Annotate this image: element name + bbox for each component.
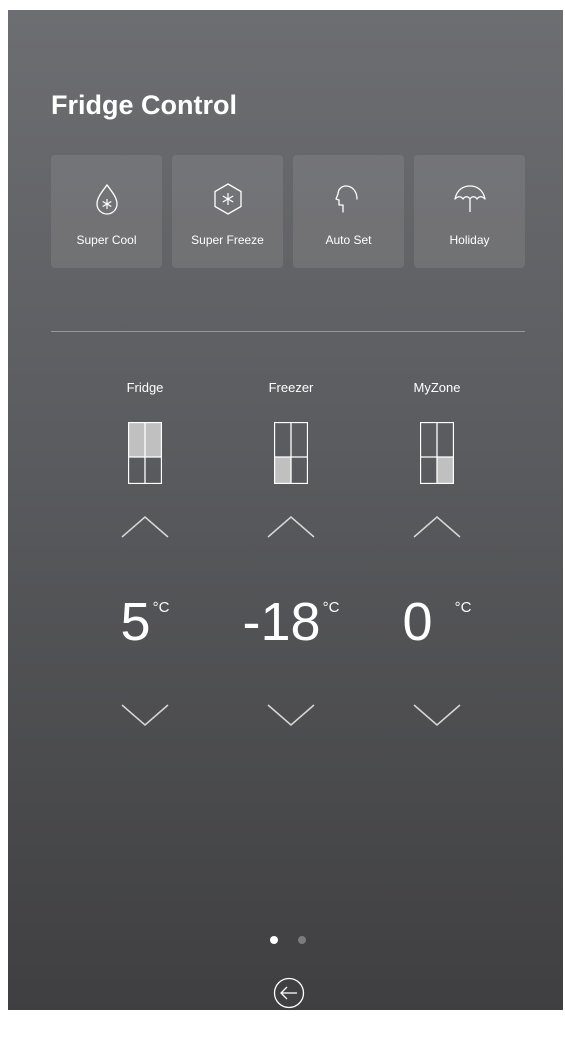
super-freeze-button[interactable]: Super Freeze [172, 155, 283, 268]
myzone-zone: MyZone 0 °C [364, 370, 510, 740]
super-freeze-label: Super Freeze [191, 233, 264, 247]
umbrella-icon [453, 185, 486, 212]
freezer-zone-label: Freezer [268, 380, 314, 395]
page-dot-2[interactable] [298, 936, 306, 944]
fridge-compartment-top-icon [128, 422, 162, 484]
page-dot-1[interactable] [270, 936, 278, 944]
auto-set-label: Auto Set [325, 233, 372, 247]
freezer-temperature: -18 °C [218, 595, 364, 649]
fridge-zone: Fridge 5 °C [72, 370, 218, 740]
super-cool-button[interactable]: Super Cool [51, 155, 162, 268]
fridge-control-screen: Fridge Control Super Cool Super Freeze A… [8, 10, 563, 1010]
myzone-temperature: 0 °C [364, 595, 510, 649]
myzone-zone-label: MyZone [413, 380, 461, 395]
freezer-zone: Freezer -18 °C [218, 370, 364, 740]
section-divider [51, 331, 525, 332]
freezer-temperature-unit: °C [322, 599, 340, 616]
myzone-compartment-icon [420, 422, 454, 484]
myzone-increase-button[interactable] [412, 515, 462, 539]
back-arrow-icon[interactable] [273, 977, 305, 1009]
fridge-zone-label: Fridge [126, 380, 164, 395]
fridge-decrease-button[interactable] [120, 703, 170, 727]
freezer-increase-button[interactable] [266, 515, 316, 539]
super-cool-label: Super Cool [76, 233, 137, 247]
fridge-temperature-unit: °C [152, 599, 170, 616]
fridge-temperature: 5 °C [72, 595, 218, 649]
holiday-label: Holiday [449, 233, 490, 247]
auto-set-button[interactable]: Auto Set [293, 155, 404, 268]
freezer-compartment-icon [274, 422, 308, 484]
freezer-temperature-value: -18 [242, 592, 321, 652]
hexagon-snowflake-icon [213, 183, 242, 215]
droplet-snowflake-icon [95, 183, 118, 215]
fridge-increase-button[interactable] [120, 515, 170, 539]
page-indicator [270, 936, 310, 946]
fridge-temperature-value: 5 [120, 592, 151, 652]
page-title: Fridge Control [51, 90, 237, 120]
myzone-temperature-value: 0 [402, 592, 433, 652]
myzone-temperature-unit: °C [454, 599, 472, 616]
holiday-button[interactable]: Holiday [414, 155, 525, 268]
head-profile-icon [334, 185, 358, 213]
mode-buttons: Super Cool Super Freeze Auto Set Holiday [51, 155, 525, 268]
freezer-decrease-button[interactable] [266, 703, 316, 727]
myzone-decrease-button[interactable] [412, 703, 462, 727]
